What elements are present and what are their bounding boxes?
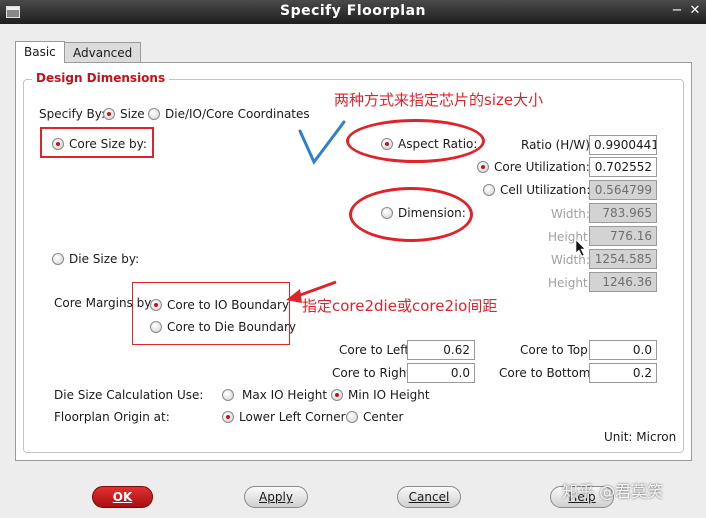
mouse-cursor-icon [575, 239, 586, 257]
apply-button[interactable]: Apply [244, 486, 308, 508]
annotation-overlay [286, 120, 586, 303]
cancel-button-label: Cancel [408, 490, 450, 504]
checkmark-icon [298, 120, 346, 165]
ok-button[interactable]: OK [92, 486, 153, 508]
apply-button-label: Apply [259, 490, 293, 504]
arrowhead-icon [286, 289, 302, 303]
ok-button-label: OK [112, 490, 133, 504]
cancel-button[interactable]: Cancel [397, 486, 461, 508]
watermark: 知乎 @君莫笑 [562, 482, 664, 501]
tab-basic[interactable]: Basic [15, 41, 65, 63]
